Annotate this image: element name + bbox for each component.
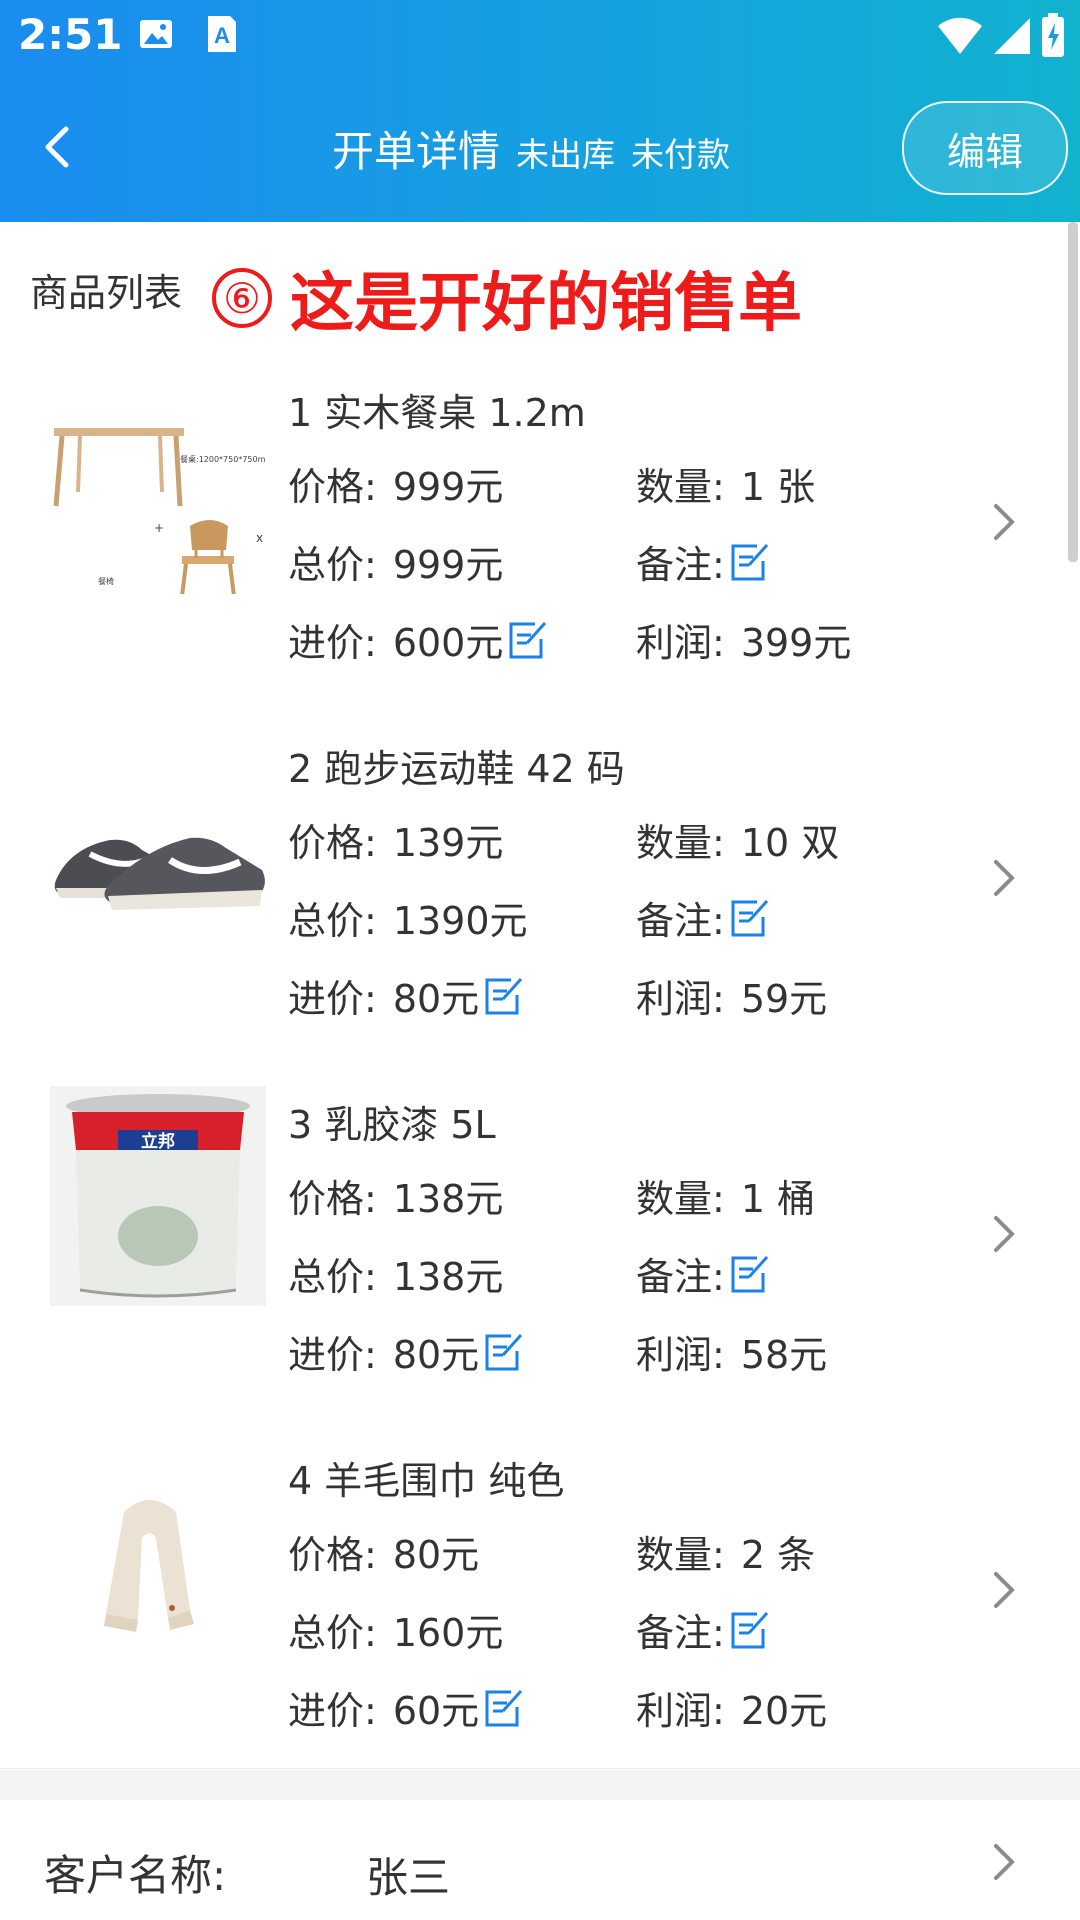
total-field: 总价: 160元 bbox=[288, 1611, 504, 1655]
payment-status: 未付款 bbox=[631, 135, 731, 174]
quantity-field: 数量: 10 双 bbox=[636, 821, 840, 865]
dining-table-chair-image: 餐桌:1200*750*750mm + x 餐椅 bbox=[50, 374, 266, 594]
quantity-field: 数量: 1 桶 bbox=[636, 1177, 816, 1221]
cost-field: 进价: 60元 bbox=[288, 1680, 523, 1735]
cost-field: 进价: 600元 bbox=[288, 612, 547, 667]
signal-icon bbox=[994, 18, 1030, 54]
svg-text:+: + bbox=[154, 521, 164, 535]
battery-icon bbox=[1042, 13, 1064, 57]
table-dimension-caption: 餐桌:1200*750*750mm bbox=[180, 454, 266, 464]
image-icon bbox=[140, 20, 172, 48]
list-header: 商品列表 ⑥ 这是开好的销售单 bbox=[0, 222, 1080, 345]
note-field: 备注: bbox=[636, 534, 769, 589]
chevron-right-icon bbox=[994, 1572, 1015, 1608]
cost-field: 进价: 80元 bbox=[288, 968, 523, 1023]
price-field: 价格: 80元 bbox=[288, 1533, 480, 1577]
chevron-right-icon bbox=[994, 504, 1015, 540]
wool-scarf-image bbox=[50, 1442, 266, 1662]
note-field: 备注: bbox=[636, 890, 769, 945]
product-row[interactable]: 餐桌:1200*750*750mm + x 餐椅 1 实木餐桌 1.2m 价格:… bbox=[0, 344, 1080, 701]
note-field: 备注: bbox=[636, 1602, 769, 1657]
price-field: 价格: 138元 bbox=[288, 1177, 504, 1221]
edit-note-icon[interactable] bbox=[729, 541, 769, 583]
annotation-text: 这是开好的销售单 bbox=[290, 267, 802, 341]
chevron-right-icon bbox=[994, 1844, 1015, 1880]
status-time: 2:51 bbox=[18, 10, 123, 59]
customer-name: 张三 bbox=[366, 1853, 451, 1902]
chevron-right-icon bbox=[994, 1216, 1015, 1252]
paint-bucket-image: 立邦 bbox=[50, 1086, 266, 1306]
total-field: 总价: 138元 bbox=[288, 1255, 504, 1299]
product-name: 2 跑步运动鞋 42 码 bbox=[288, 747, 625, 791]
chair-caption: 餐椅 bbox=[98, 576, 114, 586]
font-a-icon: A bbox=[208, 16, 236, 52]
running-shoes-image bbox=[50, 730, 266, 950]
svg-text:x: x bbox=[256, 531, 263, 545]
profit-field: 利润: 58元 bbox=[636, 1333, 828, 1377]
app-header: 2:51 A 开单详情 未出库 未付款 编辑 bbox=[0, 0, 1080, 222]
customer-row[interactable]: 客户名称: 张三 bbox=[0, 1800, 1080, 1920]
wifi-icon bbox=[938, 17, 982, 54]
edit-button[interactable]: 编辑 bbox=[902, 101, 1068, 195]
cost-field: 进价: 80元 bbox=[288, 1324, 523, 1379]
status-bar: 2:51 A bbox=[0, 0, 1080, 72]
customer-label: 客户名称: bbox=[44, 1851, 227, 1900]
profit-field: 利润: 59元 bbox=[636, 977, 828, 1021]
scrollbar[interactable] bbox=[1068, 222, 1078, 562]
product-name: 1 实木餐桌 1.2m bbox=[288, 391, 586, 435]
total-field: 总价: 1390元 bbox=[288, 899, 528, 943]
product-row[interactable]: 2 跑步运动鞋 42 码 价格: 139元 数量: 10 双 总价: 1390元 备注… bbox=[0, 700, 1080, 1057]
product-row[interactable]: 立邦 3 乳胶漆 5L 价格: 138元 数量: 1 桶 总价: 138元 备注: 进… bbox=[0, 1056, 1080, 1413]
product-name: 3 乳胶漆 5L bbox=[288, 1103, 496, 1147]
price-field: 价格: 999元 bbox=[288, 465, 504, 509]
edit-cost-icon[interactable] bbox=[483, 1687, 523, 1729]
quantity-field: 数量: 2 条 bbox=[636, 1533, 816, 1577]
profit-field: 利润: 399元 bbox=[636, 621, 852, 665]
section-divider bbox=[0, 1770, 1080, 1800]
quantity-field: 数量: 1 张 bbox=[636, 465, 816, 509]
red-annotation: ⑥ 这是开好的销售单 bbox=[212, 252, 802, 344]
stock-status: 未出库 bbox=[516, 135, 616, 174]
product-name: 4 羊毛围巾 纯色 bbox=[288, 1459, 565, 1503]
chevron-right-icon bbox=[994, 860, 1015, 896]
list-label: 商品列表 bbox=[30, 271, 183, 315]
edit-cost-icon[interactable] bbox=[483, 1331, 523, 1373]
edit-cost-icon[interactable] bbox=[483, 975, 523, 1017]
svg-text:A: A bbox=[214, 23, 230, 48]
price-field: 价格: 139元 bbox=[288, 821, 504, 865]
page-title: 开单详情 bbox=[332, 127, 501, 176]
paint-brand-text: 立邦 bbox=[141, 1131, 175, 1152]
total-field: 总价: 999元 bbox=[288, 543, 504, 587]
status-icons-right bbox=[936, 12, 1066, 58]
page-title-group: 开单详情 未出库 未付款 bbox=[332, 118, 730, 179]
profit-field: 利润: 20元 bbox=[636, 1689, 828, 1733]
product-row[interactable]: 4 羊毛围巾 纯色 价格: 80元 数量: 2 条 总价: 160元 备注: 进价: 6… bbox=[0, 1412, 1080, 1769]
edit-note-icon[interactable] bbox=[729, 1253, 769, 1295]
note-field: 备注: bbox=[636, 1246, 769, 1301]
edit-note-icon[interactable] bbox=[729, 897, 769, 939]
edit-cost-icon[interactable] bbox=[507, 619, 547, 661]
annotation-number: ⑥ bbox=[212, 268, 272, 328]
title-bar: 开单详情 未出库 未付款 编辑 bbox=[0, 82, 1080, 212]
back-arrow-icon[interactable] bbox=[28, 115, 88, 179]
edit-note-icon[interactable] bbox=[729, 1609, 769, 1651]
